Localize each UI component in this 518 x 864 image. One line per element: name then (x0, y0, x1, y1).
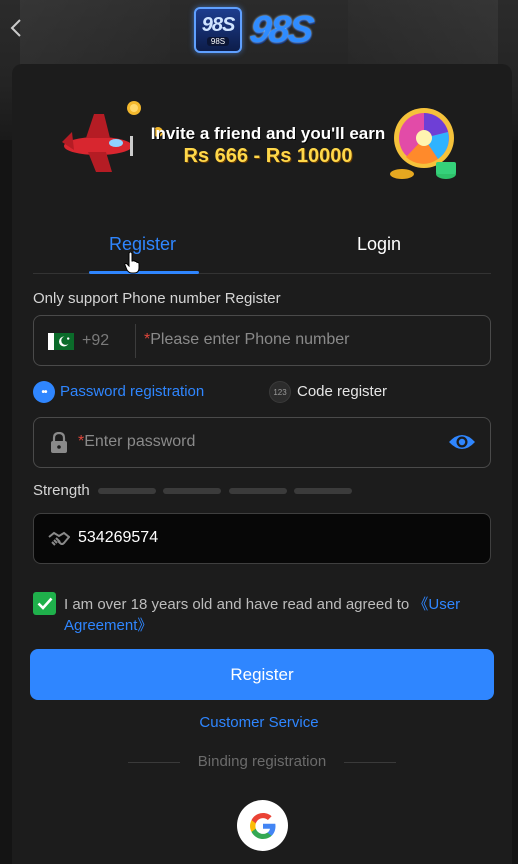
divider (344, 762, 396, 763)
pakistan-flag-icon (48, 333, 74, 350)
binding-registration: Binding registration (128, 752, 396, 772)
coin-icon (127, 101, 141, 115)
tab-login[interactable]: Login (357, 234, 401, 255)
strength-label: Strength (33, 482, 90, 499)
banner-line-2: Rs 666 - Rs 10000 (183, 145, 353, 167)
customer-service-link[interactable]: Customer Service (0, 714, 518, 731)
password-placeholder: Enter password (84, 433, 196, 450)
airplane-icon (62, 114, 133, 172)
agreement: I am over 18 years old and have read and… (33, 592, 483, 636)
google-icon (249, 812, 275, 839)
register-hint: Only support Phone number Register (33, 290, 281, 307)
strength-bar (163, 488, 221, 494)
lock-icon (51, 432, 67, 453)
password-mode-radio[interactable]: •• (33, 381, 55, 403)
agreement-statement: I am over 18 years old and have read and… (64, 596, 414, 613)
checkmark-icon (37, 597, 52, 610)
code-register-option[interactable]: Code register (297, 383, 387, 400)
invite-code-input[interactable]: 534269574 (78, 529, 158, 547)
hand-cursor-icon (124, 252, 140, 274)
active-tab-indicator (89, 271, 199, 274)
eye-icon[interactable] (448, 432, 476, 452)
password-registration-option[interactable]: Password registration (60, 383, 204, 400)
prize-wheel-icon (390, 108, 456, 179)
auth-tabs: Register Login (33, 226, 491, 274)
password-strength: Strength (33, 481, 363, 501)
handshake-icon (48, 531, 70, 546)
tab-register[interactable]: Register (109, 234, 176, 255)
google-login-button[interactable] (237, 800, 288, 851)
phone-input[interactable]: *Please enter Phone number (144, 331, 349, 349)
phone-placeholder: Please enter Phone number (150, 331, 350, 348)
invite-code-field[interactable]: 534269574 (33, 513, 491, 564)
country-code-selector[interactable]: +92 (82, 332, 109, 350)
divider (135, 324, 136, 358)
password-input[interactable]: *Enter password (78, 433, 195, 451)
invite-banner[interactable]: Invite a friend and you'll earn Rs 666 -… (56, 96, 466, 182)
logo-badge-sub: 98S (206, 36, 230, 46)
logo-badge-text: 98S (201, 13, 236, 36)
strength-bar (98, 488, 156, 494)
code-mode-radio[interactable]: 123 (269, 381, 291, 403)
register-button[interactable]: Register (30, 649, 494, 700)
password-field[interactable]: *Enter password (33, 417, 491, 468)
agreement-text: I am over 18 years old and have read and… (64, 594, 484, 636)
banner-text: Invite a friend and you'll earn Rs 666 -… (138, 124, 398, 168)
register-page: 98S 98S 98S Invite a friend and you'll e… (0, 0, 518, 864)
chevron-left-icon (10, 19, 21, 37)
phone-field[interactable]: +92 *Please enter Phone number (33, 315, 491, 366)
logo-badge: 98S 98S (194, 7, 242, 53)
banner-line-1: Invite a friend and you'll earn (150, 124, 386, 143)
strength-bar (294, 488, 352, 494)
logo-text: 98S (247, 8, 315, 51)
agreement-checkbox[interactable] (33, 592, 56, 615)
brand-logo: 98S 98S 98S (194, 6, 315, 54)
password-mode-icon-text: •• (41, 386, 47, 398)
strength-bar (229, 488, 287, 494)
registration-mode: •• Password registration 123 Code regist… (33, 380, 491, 404)
back-button[interactable] (4, 12, 28, 44)
code-mode-icon-text: 123 (273, 387, 287, 397)
